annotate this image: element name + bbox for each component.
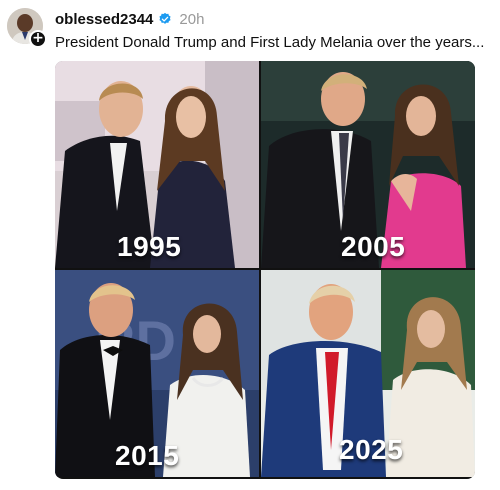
- year-label-2005: 2005: [341, 231, 406, 262]
- photo-tile-1995[interactable]: 1995: [55, 61, 259, 268]
- year-label-1995: 1995: [117, 231, 182, 262]
- post-header: oblessed2344 20h: [55, 9, 204, 29]
- avatar-container[interactable]: +: [7, 8, 47, 48]
- photo-tile-2025[interactable]: 2025: [261, 270, 475, 477]
- username-link[interactable]: oblessed2344: [55, 11, 153, 28]
- post-caption: President Donald Trump and First Lady Me…: [55, 34, 485, 51]
- photo-tile-2005[interactable]: 2005: [261, 61, 475, 268]
- post-timestamp[interactable]: 20h: [179, 11, 204, 28]
- year-label-2015: 2015: [115, 440, 180, 471]
- photo-tile-2015[interactable]: RD 2015: [55, 270, 259, 477]
- photo-collage[interactable]: 1995 2005 2015 2025: [55, 61, 475, 479]
- social-post: + oblessed2344 20h President Donald Trum…: [0, 0, 500, 490]
- follow-plus-icon[interactable]: +: [29, 30, 47, 48]
- year-label-2025: 2025: [339, 434, 404, 465]
- verified-badge-icon: [159, 12, 171, 24]
